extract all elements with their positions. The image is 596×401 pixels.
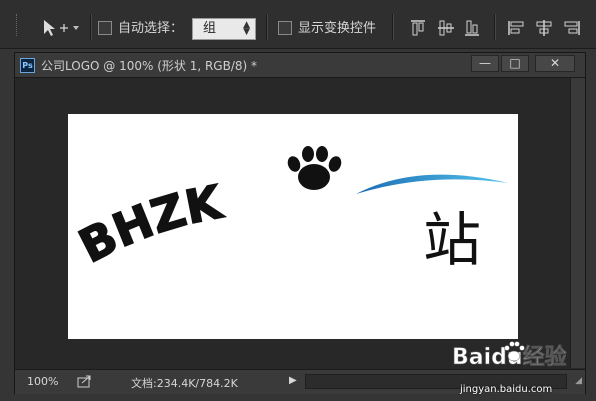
align-left-edges-icon[interactable] <box>506 18 526 38</box>
align-vertical-centers-icon[interactable] <box>436 18 456 38</box>
paw-print-icon <box>287 146 342 190</box>
minimize-button[interactable]: — <box>471 55 499 72</box>
panel-grip[interactable] <box>16 14 19 36</box>
show-transform-controls-label: 显示变换控件 <box>298 21 377 36</box>
logo-artwork: BHZK 站 <box>70 146 508 274</box>
zoom-level[interactable]: 100% <box>27 375 58 388</box>
align-horizontal-centers-icon[interactable] <box>534 18 554 38</box>
tool-preset-picker[interactable] <box>40 18 88 38</box>
show-transform-controls-checkbox[interactable] <box>278 21 292 35</box>
canvas-area[interactable]: BHZK 站 <box>16 78 570 368</box>
watermark-url: jingyan.baidu.com <box>460 384 553 395</box>
move-tool-icon <box>44 20 79 36</box>
baidu-watermark: Baidu经验 jingyan.baidu.com <box>446 332 596 401</box>
logo-wordmark: BHZK <box>70 174 228 273</box>
align-top-edges-icon[interactable] <box>408 18 428 38</box>
vertical-scrollbar[interactable] <box>570 78 585 368</box>
auto-select-target-dropdown[interactable]: 组 ▲ ▼ <box>192 18 256 40</box>
status-menu-arrow-icon[interactable]: ▶ <box>289 375 297 386</box>
auto-select-target-value: 组 <box>203 21 217 36</box>
stepper-arrows-icon: ▲ ▼ <box>243 20 250 37</box>
artboard[interactable]: BHZK 站 <box>68 114 518 339</box>
share-icon[interactable] <box>77 374 93 389</box>
photoshop-logo-icon: Ps <box>20 58 35 73</box>
toolbar-separator <box>90 14 91 40</box>
restore-button[interactable]: □ <box>501 55 529 72</box>
baidu-logo-icon: Baidu经验 <box>452 341 567 370</box>
align-bottom-edges-icon[interactable] <box>462 18 482 38</box>
logo-suffix: 站 <box>423 206 481 274</box>
document-size-info[interactable]: 文档:234.4K/784.2K <box>131 375 238 391</box>
toolbar-separator <box>494 14 495 40</box>
swoosh-graphic <box>356 174 508 194</box>
close-button[interactable]: ✕ <box>535 55 575 72</box>
options-bar: 自动选择： 组 ▲ ▼ 显示变换控件 <box>0 0 596 49</box>
chevron-down-icon <box>73 26 79 30</box>
document-titlebar[interactable]: Ps 公司LOGO @ 100% (形状 1, RGB/8) * — □ ✕ <box>15 53 585 78</box>
auto-select-checkbox[interactable] <box>98 21 112 35</box>
align-right-edges-icon[interactable] <box>562 18 582 38</box>
toolbar-separator <box>266 14 267 40</box>
toolbar-separator <box>392 14 393 40</box>
document-title: 公司LOGO @ 100% (形状 1, RGB/8) * <box>41 59 258 73</box>
auto-select-label: 自动选择： <box>118 21 184 36</box>
